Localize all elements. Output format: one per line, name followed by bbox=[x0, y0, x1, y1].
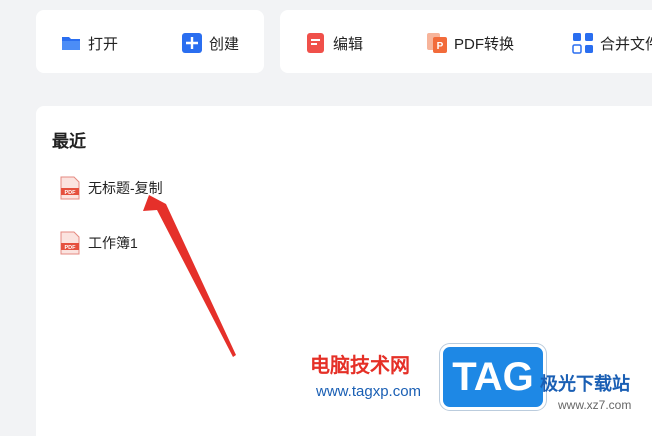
watermark-site2-name: 极光下载站 bbox=[540, 374, 630, 394]
tag-logo-text: TAG bbox=[452, 355, 534, 399]
watermark-site-name: 电脑技术网 bbox=[310, 355, 410, 377]
tag-logo: TAG bbox=[440, 344, 546, 410]
watermark-site-url: www.tagxp.com bbox=[316, 383, 422, 400]
watermark-site2-url: www.xz7.com bbox=[558, 398, 632, 412]
